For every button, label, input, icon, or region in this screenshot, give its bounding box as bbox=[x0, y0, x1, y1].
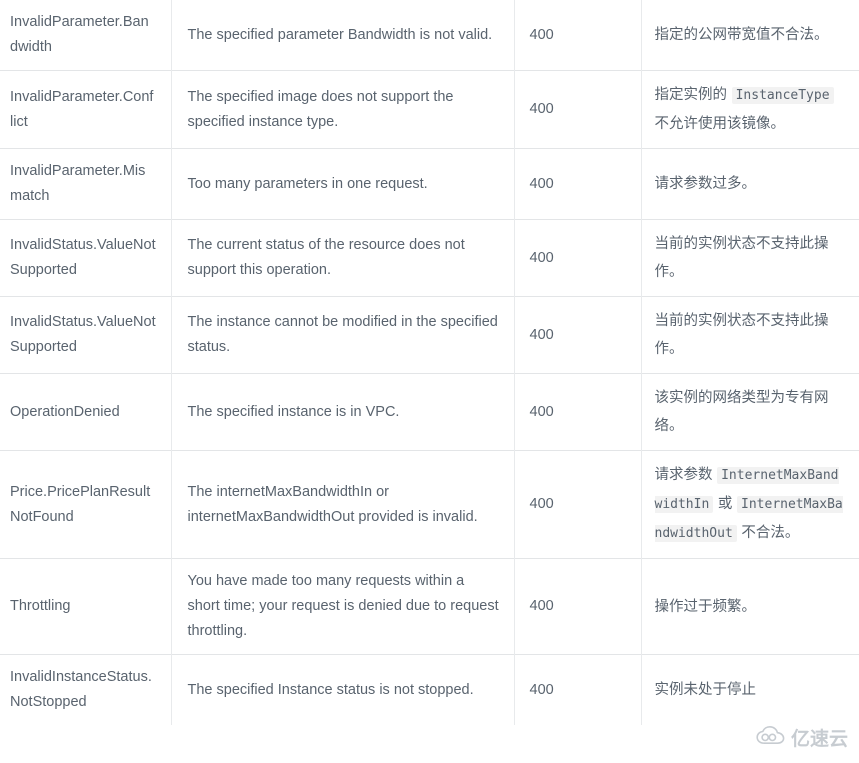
cell-http-status: 400 bbox=[514, 558, 642, 655]
table-row: InvalidStatus.ValueNotSupported The curre… bbox=[0, 219, 859, 297]
cell-error-description-zh: 指定实例的 InstanceType 不允许使用该镜像。 bbox=[641, 70, 859, 149]
table-row: InvalidInstanceStatus.NotStopped The spec… bbox=[0, 654, 859, 725]
cell-http-status: 400 bbox=[514, 70, 642, 149]
cell-http-status: 400 bbox=[514, 654, 642, 725]
cell-error-message: The current status of the resource does … bbox=[171, 219, 515, 297]
cell-error-message: Too many parameters in one request. bbox=[171, 148, 515, 220]
cell-http-status: 400 bbox=[514, 373, 642, 451]
cell-http-status: 400 bbox=[514, 148, 642, 220]
cell-http-status: 400 bbox=[514, 219, 642, 297]
cell-error-description-zh: 该实例的网络类型为专有网络。 bbox=[641, 373, 859, 451]
table-row: Throttling You have made too many request… bbox=[0, 558, 859, 655]
cell-error-message: The internetMaxBandwidthIn or internetMa… bbox=[171, 450, 515, 559]
cell-error-code: InvalidParameter.Bandwidth bbox=[0, 0, 172, 71]
table-row: InvalidParameter.Conflict The specified i… bbox=[0, 70, 859, 149]
cell-error-description-zh: 请求参数 InternetMaxBandwidthIn 或 InternetMa… bbox=[641, 450, 859, 559]
cell-http-status: 400 bbox=[514, 296, 642, 374]
cell-error-description-zh: 当前的实例状态不支持此操作。 bbox=[641, 296, 859, 374]
table-row: Price.PricePlanResultNotFound The interne… bbox=[0, 450, 859, 559]
cell-error-message: The specified instance is in VPC. bbox=[171, 373, 515, 451]
cell-error-code: InvalidInstanceStatus.NotStopped bbox=[0, 654, 172, 725]
cell-http-status: 400 bbox=[514, 0, 642, 71]
cell-error-code: OperationDenied bbox=[0, 373, 172, 451]
watermark-label: 亿速云 bbox=[790, 728, 848, 750]
error-code-table-body: InvalidParameter.Bandwidth The specified … bbox=[0, 0, 859, 725]
cloud-icon bbox=[756, 725, 786, 750]
cell-error-message: The specified parameter Bandwidth is not… bbox=[171, 0, 515, 71]
error-code-table: InvalidParameter.Bandwidth The specified … bbox=[0, 0, 859, 725]
table-row: InvalidParameter.Bandwidth The specified … bbox=[0, 0, 859, 71]
watermark: 亿速云 bbox=[756, 724, 848, 751]
table-row: InvalidStatus.ValueNotSupported The insta… bbox=[0, 296, 859, 374]
cell-error-message: The instance cannot be modified in the s… bbox=[171, 296, 515, 374]
table-row: OperationDenied The specified instance is… bbox=[0, 373, 859, 451]
cell-error-description-zh: 实例未处于停止 bbox=[641, 654, 859, 725]
table-row: InvalidParameter.Mismatch Too many parame… bbox=[0, 148, 859, 220]
cell-error-code: Throttling bbox=[0, 558, 172, 655]
cell-error-message: The specified image does not support the… bbox=[171, 70, 515, 149]
cell-error-code: InvalidStatus.ValueNotSupported bbox=[0, 296, 172, 374]
cell-error-description-zh: 当前的实例状态不支持此操作。 bbox=[641, 219, 859, 297]
cell-error-code: InvalidParameter.Mismatch bbox=[0, 148, 172, 220]
cell-error-code: Price.PricePlanResultNotFound bbox=[0, 450, 172, 559]
cell-error-code: InvalidStatus.ValueNotSupported bbox=[0, 219, 172, 297]
cell-http-status: 400 bbox=[514, 450, 642, 559]
cell-error-code: InvalidParameter.Conflict bbox=[0, 70, 172, 149]
cell-error-description-zh: 操作过于频繁。 bbox=[641, 558, 859, 655]
cell-error-message: You have made too many requests within a… bbox=[171, 558, 515, 655]
cell-error-message: The specified Instance status is not sto… bbox=[171, 654, 515, 725]
cell-error-description-zh: 指定的公网带宽值不合法。 bbox=[654, 27, 829, 43]
cell-error-description-zh: 请求参数过多。 bbox=[641, 148, 859, 220]
inline-code-token: InstanceType bbox=[731, 87, 834, 104]
